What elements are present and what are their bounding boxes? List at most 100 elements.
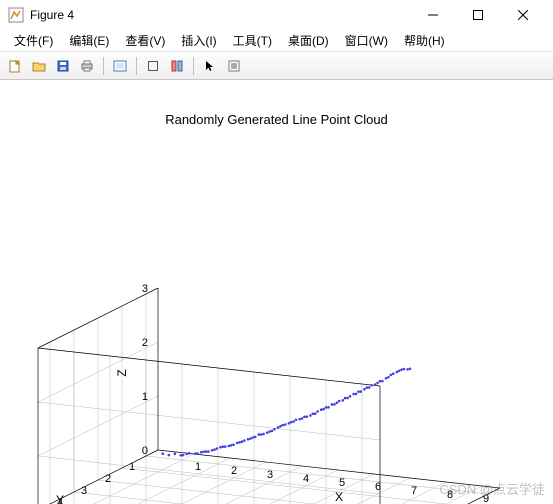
print-button[interactable] [76, 55, 98, 77]
save-button[interactable] [52, 55, 74, 77]
data-point [342, 399, 345, 402]
insert-legend-button[interactable] [223, 55, 245, 77]
data-point [336, 401, 339, 404]
figure-canvas[interactable]: Randomly Generated Line Point Cloud 1234… [0, 80, 553, 504]
data-point [298, 418, 301, 421]
data-point [368, 386, 371, 389]
data-point [205, 450, 208, 453]
menu-file[interactable]: 文件(F) [6, 30, 61, 51]
data-point [219, 446, 222, 449]
data-point [168, 454, 171, 457]
toolbar-separator [103, 57, 104, 75]
data-point [238, 441, 241, 444]
data-point [306, 415, 309, 418]
menu-tools[interactable]: 工具(T) [225, 30, 280, 51]
data-point [213, 448, 216, 451]
data-point [232, 443, 235, 446]
data-point [202, 450, 205, 453]
data-point [290, 421, 293, 424]
svg-text:1: 1 [129, 461, 135, 473]
svg-text:2: 2 [231, 465, 237, 477]
data-point [279, 425, 282, 428]
data-point [282, 424, 285, 427]
data-point [403, 368, 406, 371]
svg-text:7: 7 [411, 485, 417, 497]
data-point [366, 386, 369, 389]
data-point [314, 412, 317, 415]
data-point [211, 449, 214, 452]
rectangle-icon[interactable] [142, 55, 164, 77]
data-point [249, 437, 252, 440]
link-button[interactable] [109, 55, 131, 77]
data-point [352, 393, 355, 396]
data-point [207, 450, 210, 453]
data-point [241, 440, 244, 443]
axes-3d: 123456789123450123XYZ [0, 80, 553, 504]
data-point [216, 447, 219, 450]
menu-window[interactable]: 窗口(W) [337, 30, 396, 51]
menu-insert[interactable]: 插入(I) [173, 30, 224, 51]
data-point [236, 442, 239, 445]
data-point [406, 368, 409, 371]
svg-text:Z: Z [115, 369, 129, 376]
svg-text:1: 1 [195, 461, 201, 473]
data-point [301, 417, 304, 420]
menu-edit[interactable]: 编辑(E) [61, 30, 117, 51]
svg-text:2: 2 [142, 337, 148, 349]
data-point [180, 454, 183, 457]
data-point [360, 390, 363, 393]
data-point [292, 420, 295, 423]
data-point [262, 433, 265, 436]
data-point [333, 403, 336, 406]
data-point [344, 397, 347, 400]
window-controls [410, 0, 545, 30]
data-point [228, 445, 231, 448]
svg-text:6: 6 [375, 481, 381, 493]
data-point [370, 384, 373, 387]
data-point [400, 368, 403, 371]
minimize-button[interactable] [410, 0, 455, 30]
data-point [258, 433, 261, 436]
menu-help[interactable]: 帮助(H) [396, 30, 453, 51]
toolbar-separator [193, 57, 194, 75]
data-point [346, 397, 349, 400]
data-point [196, 452, 199, 455]
svg-text:X: X [335, 490, 343, 504]
window-title: Figure 4 [30, 8, 410, 22]
svg-text:1: 1 [142, 391, 148, 403]
data-point [295, 419, 298, 422]
toolbar [0, 52, 553, 80]
data-point [303, 416, 306, 419]
data-point [188, 452, 191, 455]
menu-desktop[interactable]: 桌面(D) [280, 30, 337, 51]
data-point [284, 423, 287, 426]
maximize-button[interactable] [455, 0, 500, 30]
data-point [200, 451, 203, 454]
data-point [254, 436, 257, 439]
data-point [312, 413, 315, 416]
data-point [320, 408, 323, 411]
data-point [349, 395, 352, 398]
open-button[interactable] [28, 55, 50, 77]
svg-text:4: 4 [303, 473, 309, 485]
svg-text:5: 5 [339, 477, 345, 489]
datacursor-button[interactable] [166, 55, 188, 77]
data-point [357, 390, 360, 393]
data-point [396, 371, 399, 374]
menu-view[interactable]: 查看(V) [117, 30, 173, 51]
app-icon [8, 7, 24, 23]
data-point [325, 406, 328, 409]
data-point [222, 445, 225, 448]
new-figure-button[interactable] [4, 55, 26, 77]
data-point [381, 380, 384, 383]
data-point [327, 406, 330, 409]
data-point [260, 433, 263, 436]
data-point [379, 380, 382, 383]
pointer-button[interactable] [199, 55, 221, 77]
data-point [392, 372, 395, 375]
data-point [266, 431, 269, 434]
svg-text:0: 0 [142, 445, 148, 457]
data-point [271, 430, 274, 433]
close-button[interactable] [500, 0, 545, 30]
svg-text:2: 2 [105, 473, 111, 485]
